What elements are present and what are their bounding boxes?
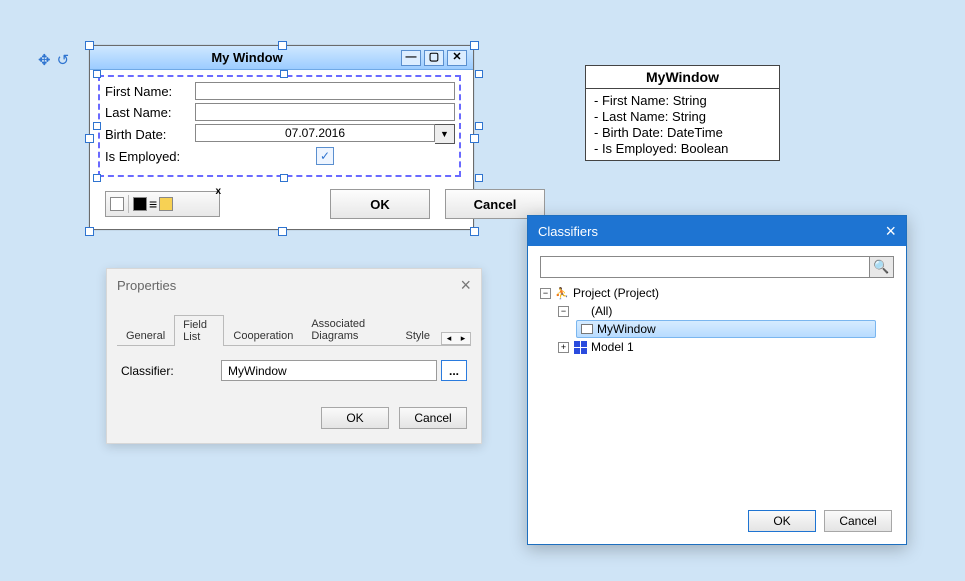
classifiers-titlebar[interactable]: Classifiers × <box>528 216 906 246</box>
uml-attributes: - First Name: String - Last Name: String… <box>586 89 779 160</box>
search-input[interactable] <box>541 257 869 277</box>
collapse-icon[interactable]: − <box>540 288 551 299</box>
tab-general[interactable]: General <box>117 326 174 345</box>
minimize-button[interactable]: — <box>401 50 421 66</box>
cancel-button[interactable]: Cancel <box>824 510 892 532</box>
close-button[interactable]: ✕ <box>447 50 467 66</box>
uml-attr: - Birth Date: DateTime <box>594 125 771 140</box>
resize-handle[interactable] <box>85 227 94 236</box>
tree-node-all[interactable]: − (All) <box>540 302 894 320</box>
tree-node-project[interactable]: − ⛹ Project (Project) <box>540 284 894 302</box>
ok-button[interactable]: OK <box>330 189 430 219</box>
mywindow-form: My Window — ▢ ✕ First Name: Last Name: B… <box>89 45 474 230</box>
properties-title: Properties <box>117 278 176 293</box>
maximize-button[interactable]: ▢ <box>424 50 444 66</box>
resize-handle[interactable] <box>278 227 287 236</box>
swatch-folder[interactable] <box>159 197 173 211</box>
classifier-label: Classifier: <box>121 364 221 378</box>
tab-scroll[interactable]: ◂ ▸ <box>441 332 471 345</box>
swatch-white[interactable] <box>110 197 124 211</box>
folder-icon <box>573 304 587 318</box>
resize-handle[interactable] <box>280 174 288 182</box>
tab-style[interactable]: Style <box>397 326 439 345</box>
tree-node-mywindow[interactable]: MyWindow <box>576 320 876 338</box>
uml-attr: - Is Employed: Boolean <box>594 141 771 156</box>
uml-class-box[interactable]: MyWindow - First Name: String - Last Nam… <box>585 65 780 161</box>
resize-handle[interactable] <box>93 174 101 182</box>
tab-field-list[interactable]: Field List <box>174 315 224 346</box>
is-employed-label: Is Employed: <box>105 149 195 164</box>
resize-handle[interactable] <box>470 134 479 143</box>
classifier-search: 🔍 <box>540 256 894 278</box>
resize-handle[interactable] <box>475 122 483 130</box>
birth-date-value[interactable] <box>195 124 435 142</box>
lines-icon[interactable]: ≡ <box>149 196 157 212</box>
chevron-right-icon[interactable]: ▸ <box>456 333 470 344</box>
properties-tabs: General Field List Cooperation Associate… <box>117 314 471 346</box>
classifier-input[interactable] <box>221 360 437 381</box>
resize-handle[interactable] <box>280 70 288 78</box>
resize-handle[interactable] <box>93 70 101 78</box>
resize-handle[interactable] <box>85 134 94 143</box>
is-employed-checkbox[interactable]: ✓ <box>316 147 334 165</box>
tab-associated-diagrams[interactable]: Associated Diagrams <box>302 314 396 345</box>
resize-handle[interactable] <box>470 41 479 50</box>
ok-button[interactable]: OK <box>748 510 816 532</box>
uml-class-name: MyWindow <box>586 66 779 89</box>
first-name-label: First Name: <box>105 84 195 99</box>
search-icon[interactable]: 🔍 <box>869 257 893 277</box>
expand-icon[interactable]: + <box>558 342 569 353</box>
ok-button[interactable]: OK <box>321 407 389 429</box>
tree-label: (All) <box>591 304 612 318</box>
model-icon <box>573 340 587 354</box>
resize-handle[interactable] <box>278 41 287 50</box>
uml-attr: - First Name: String <box>594 93 771 108</box>
tree-label: Model 1 <box>591 340 634 354</box>
resize-handle[interactable] <box>85 41 94 50</box>
resize-handle[interactable] <box>470 227 479 236</box>
mywindow-title: My Window <box>96 50 398 65</box>
resize-handle[interactable] <box>93 122 101 130</box>
tree-node-model1[interactable]: + Model 1 <box>540 338 894 356</box>
collapse-icon[interactable]: − <box>558 306 569 317</box>
first-name-input[interactable] <box>195 82 455 100</box>
resize-handle[interactable] <box>475 174 483 182</box>
uml-attr: - Last Name: String <box>594 109 771 124</box>
window-icon <box>581 324 593 334</box>
project-icon: ⛹ <box>555 286 569 300</box>
form-fields-panel: First Name: Last Name: Birth Date: ▼ Is … <box>105 82 455 168</box>
chevron-down-icon[interactable]: ▼ <box>435 124 455 144</box>
cancel-button[interactable]: Cancel <box>399 407 467 429</box>
last-name-label: Last Name: <box>105 105 195 120</box>
resize-handle[interactable] <box>475 70 483 78</box>
swatch-black[interactable] <box>133 197 147 211</box>
move-icon[interactable]: ✥ <box>38 51 51 69</box>
close-icon[interactable]: × <box>885 221 896 242</box>
properties-dialog: Properties × General Field List Cooperat… <box>106 268 482 444</box>
classifiers-dialog: Classifiers × 🔍 − ⛹ Project (Project) − … <box>527 215 907 545</box>
tree-label: MyWindow <box>597 322 656 336</box>
birth-date-combo[interactable]: ▼ <box>195 124 455 144</box>
classifiers-title: Classifiers <box>538 224 598 239</box>
close-icon[interactable]: × <box>460 275 471 296</box>
birth-date-label: Birth Date: <box>105 127 195 142</box>
last-name-input[interactable] <box>195 103 455 121</box>
classifier-tree: − ⛹ Project (Project) − (All) MyWindow +… <box>540 284 894 356</box>
browse-button[interactable]: ... <box>441 360 467 381</box>
designer-move-icons: ✥ ↺ <box>38 51 69 69</box>
chevron-left-icon[interactable]: ◂ <box>442 333 456 344</box>
tree-label: Project (Project) <box>573 286 659 300</box>
rotate-icon[interactable]: ↺ <box>57 51 70 69</box>
toolbar-close-icon[interactable]: x <box>215 186 221 197</box>
color-toolbar[interactable]: ≡ x <box>105 191 220 217</box>
tab-cooperation[interactable]: Cooperation <box>224 326 302 345</box>
